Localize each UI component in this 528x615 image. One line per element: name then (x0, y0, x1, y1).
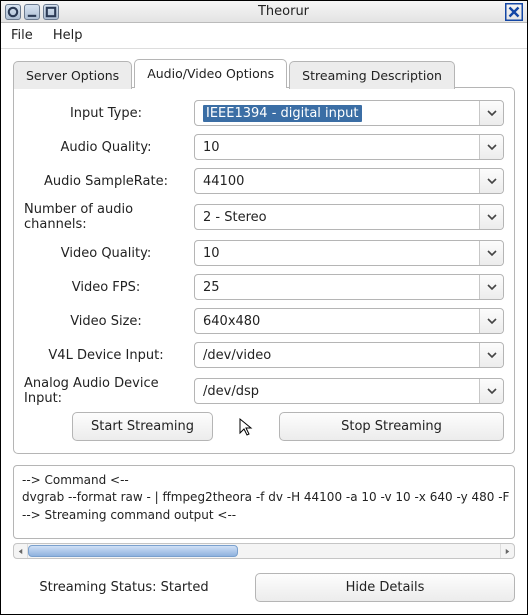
label-video-fps: Video FPS: (24, 280, 194, 295)
maximize-icon (44, 5, 58, 19)
minimize-icon (25, 5, 39, 19)
video-fps-combobox[interactable]: 25 (194, 274, 504, 300)
label-video-quality: Video Quality: (24, 246, 194, 261)
chevron-down-icon (479, 309, 503, 333)
menu-file[interactable]: File (11, 28, 33, 43)
tabstrip: Server Options Audio/Video Options Strea… (13, 59, 515, 88)
window-menu-button[interactable] (5, 4, 21, 20)
hide-details-button[interactable]: Hide Details (255, 573, 515, 602)
audio-quality-combobox[interactable]: 10 (194, 134, 504, 160)
window-title: Theorur (62, 4, 505, 19)
client-area: Server Options Audio/Video Options Strea… (1, 49, 527, 614)
scrollbar-thumb[interactable] (28, 545, 238, 557)
audio-channels-value: 2 - Stereo (203, 210, 267, 225)
streaming-button-row: Start Streaming Stop Streaming (24, 412, 504, 441)
input-type-value: IEEE1394 - digital input (203, 105, 362, 122)
scroll-right-icon[interactable] (500, 544, 514, 558)
label-audio-samplerate: Audio SampleRate: (24, 174, 194, 189)
v4l-device-value: /dev/video (203, 348, 271, 363)
analog-audio-device-comboentry[interactable]: /dev/dsp (194, 378, 504, 404)
start-streaming-button[interactable]: Start Streaming (72, 412, 213, 441)
menu-help[interactable]: Help (53, 28, 83, 43)
close-icon (505, 3, 523, 21)
chevron-down-icon (479, 343, 503, 367)
analog-audio-device-value: /dev/dsp (203, 384, 259, 399)
minimize-button[interactable] (24, 4, 40, 20)
tab-audio-video-options[interactable]: Audio/Video Options (134, 59, 287, 88)
v4l-device-comboentry[interactable]: /dev/video (194, 342, 504, 368)
streaming-status-label: Streaming Status: Started (13, 580, 235, 595)
cursor-icon (231, 417, 261, 437)
chevron-down-icon (479, 241, 503, 265)
audio-quality-value: 10 (203, 140, 220, 155)
label-analog-audio-device: Analog Audio Device Input: (24, 376, 194, 406)
status-row: Streaming Status: Started Hide Details (13, 573, 515, 602)
app-window: Theorur File Help Server Options Audio/V… (0, 0, 528, 615)
chevron-down-icon (479, 275, 503, 299)
label-input-type: Input Type: (24, 106, 194, 121)
circle-icon (6, 5, 20, 19)
video-quality-value: 10 (203, 246, 220, 261)
tab-server-options[interactable]: Server Options (13, 61, 132, 89)
chevron-down-icon (479, 205, 503, 229)
input-type-combobox[interactable]: IEEE1394 - digital input (194, 100, 504, 126)
horizontal-scrollbar[interactable] (13, 543, 515, 559)
titlebar: Theorur (1, 1, 527, 23)
scroll-left-icon[interactable] (14, 544, 28, 558)
label-video-size: Video Size: (24, 314, 194, 329)
audio-samplerate-value: 44100 (203, 174, 244, 189)
audio-samplerate-combobox[interactable]: 44100 (194, 168, 504, 194)
tab-page-audio-video: Input Type: IEEE1394 - digital input Aud… (13, 87, 515, 454)
tab-streaming-description[interactable]: Streaming Description (289, 61, 455, 89)
video-size-combobox[interactable]: 640x480 (194, 308, 504, 334)
audio-channels-combobox[interactable]: 2 - Stereo (194, 204, 504, 230)
menubar: File Help (1, 23, 527, 49)
log-line: --> Command <-- (22, 472, 506, 489)
chevron-down-icon (479, 379, 503, 403)
command-output-log[interactable]: --> Command <-- dvgrab --format raw - | … (13, 465, 515, 539)
video-size-value: 640x480 (203, 314, 260, 329)
close-button[interactable] (505, 3, 523, 21)
label-audio-quality: Audio Quality: (24, 140, 194, 155)
label-v4l-device: V4L Device Input: (24, 348, 194, 363)
chevron-down-icon (479, 101, 503, 125)
chevron-down-icon (479, 169, 503, 193)
video-fps-value: 25 (203, 280, 220, 295)
log-line: dvgrab --format raw - | ffmpeg2theora -f… (22, 489, 506, 506)
video-quality-combobox[interactable]: 10 (194, 240, 504, 266)
label-audio-channels: Number of audio channels: (24, 202, 194, 232)
log-line: --> Streaming command output <-- (22, 507, 506, 524)
chevron-down-icon (479, 135, 503, 159)
stop-streaming-button[interactable]: Stop Streaming (279, 412, 504, 441)
maximize-button[interactable] (43, 4, 59, 20)
